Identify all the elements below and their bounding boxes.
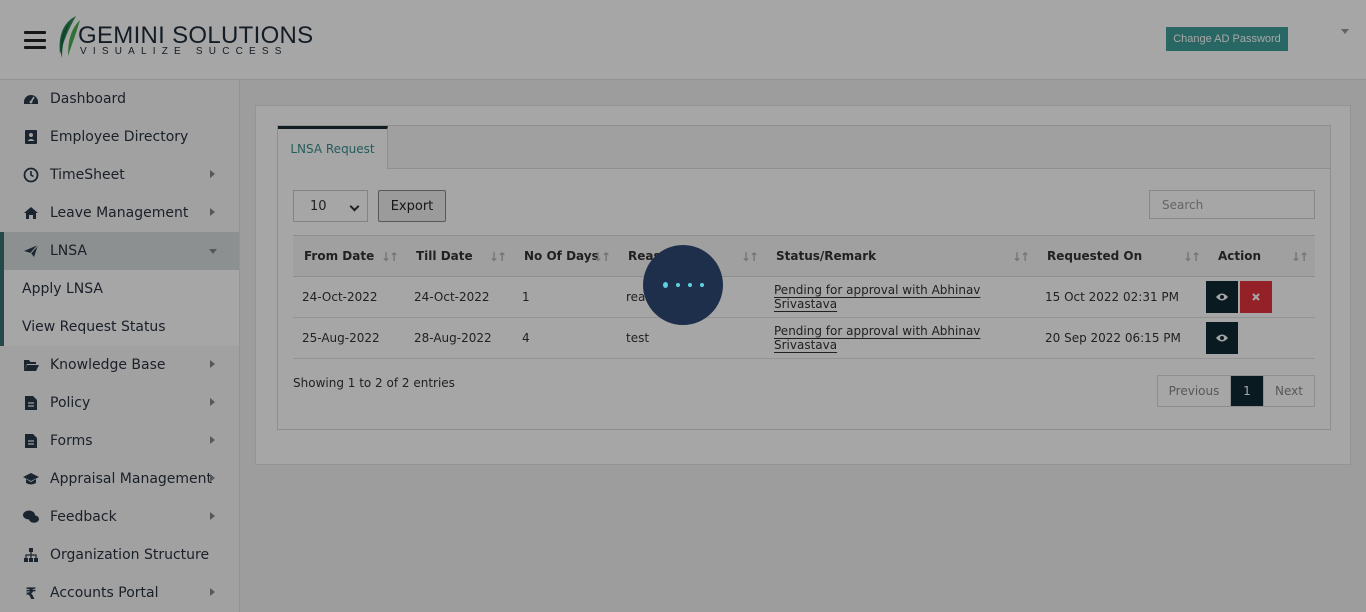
loading-spinner-icon [643, 245, 723, 325]
loading-overlay [0, 0, 1366, 612]
